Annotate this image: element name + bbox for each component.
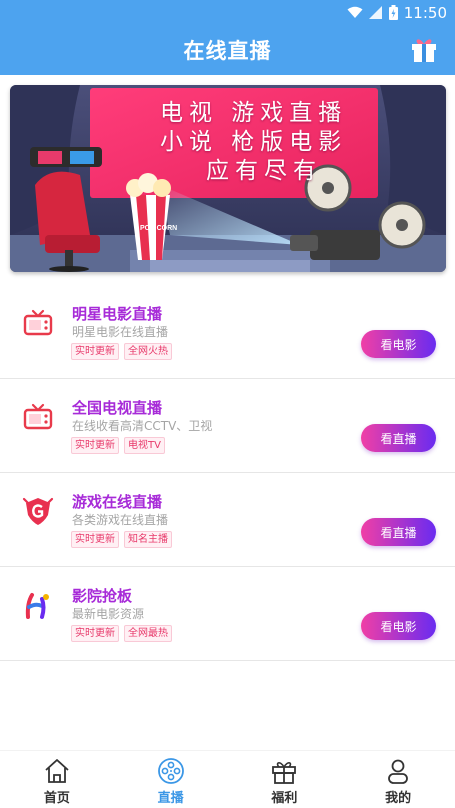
gift-button[interactable]	[409, 34, 439, 64]
status-time: 11:50	[403, 3, 447, 22]
watch-movie-button[interactable]: 看电影	[361, 330, 436, 358]
list-item-title: 游戏在线直播	[72, 493, 163, 511]
list-item-title: 影院抢板	[72, 587, 133, 605]
tab-label: 直播	[157, 791, 184, 806]
list-item[interactable]: 游戏在线直播 各类游戏在线直播 实时更新 知名主播 看直播	[0, 473, 455, 567]
list-item-subtitle: 明星电影在线直播	[72, 325, 169, 339]
tab-profile[interactable]: 我的	[341, 751, 455, 808]
list-item[interactable]: 影院抢板 最新电影资源 实时更新 全网最热 看电影	[0, 567, 455, 661]
list-item[interactable]: 明星电影直播 明星电影在线直播 实时更新 全网火热 看电影	[0, 285, 455, 379]
gift-icon	[272, 762, 297, 784]
app-bar: 在线直播	[0, 25, 455, 75]
home-icon	[45, 759, 69, 783]
list-item-tags: 实时更新 全网最热	[71, 625, 172, 642]
tab-home[interactable]: 首页	[0, 751, 114, 808]
watch-movie-button[interactable]: 看电影	[361, 612, 436, 640]
cinema-h-icon	[25, 593, 49, 619]
tab-live[interactable]: 直播	[114, 751, 228, 808]
tag-badge: 实时更新	[71, 343, 119, 360]
tv-icon	[23, 309, 53, 336]
tag-badge: 全网最热	[124, 625, 172, 642]
list-item-subtitle: 各类游戏在线直播	[72, 513, 169, 527]
gift-icon	[412, 39, 436, 62]
tag-badge: 知名主播	[124, 531, 172, 548]
tag-badge: 全网火热	[124, 343, 172, 360]
tag-badge: 实时更新	[71, 625, 119, 642]
tag-badge: 实时更新	[71, 531, 119, 548]
battery-icon	[388, 5, 398, 20]
list-item-subtitle: 最新电影资源	[72, 607, 145, 621]
tab-label: 首页	[43, 791, 70, 806]
status-bar: 11:50	[0, 0, 455, 25]
promo-banner[interactable]: POP CORN 电视 游戏直播 小说 枪版电影 应有尽有	[10, 85, 446, 272]
popcorn-label: POP CORN	[140, 225, 177, 232]
wifi-icon	[347, 6, 363, 19]
user-icon	[388, 759, 409, 784]
list-item-subtitle: 在线收看高清CCTV、卫视	[72, 419, 213, 433]
signal-icon	[368, 6, 383, 19]
list-item-title: 全国电视直播	[72, 399, 163, 417]
tv-icon	[23, 403, 53, 430]
watch-live-button[interactable]: 看直播	[361, 518, 436, 546]
bottom-tab-bar: 首页 直播 福利 我的	[0, 750, 455, 808]
tab-label: 福利	[271, 791, 298, 806]
list-item-title: 明星电影直播	[72, 305, 163, 323]
game-shield-icon	[22, 497, 54, 525]
list-item-tags: 实时更新 全网火热	[71, 343, 172, 360]
list-item[interactable]: 全国电视直播 在线收看高清CCTV、卫视 实时更新 电视TV 看直播	[0, 379, 455, 473]
film-reel-icon	[157, 758, 184, 784]
watch-live-button[interactable]: 看直播	[361, 424, 436, 452]
list-item-tags: 实时更新 知名主播	[71, 531, 172, 548]
page-title: 在线直播	[183, 39, 272, 63]
tag-badge: 实时更新	[71, 437, 119, 454]
banner-line-3: 应有尽有	[206, 158, 322, 184]
tag-badge: 电视TV	[124, 437, 165, 454]
list-item-tags: 实时更新 电视TV	[71, 437, 165, 454]
tab-label: 我的	[385, 791, 412, 806]
tab-welfare[interactable]: 福利	[228, 751, 342, 808]
live-category-list: 明星电影直播 明星电影在线直播 实时更新 全网火热 看电影 全国电视直播 在线收…	[0, 285, 455, 661]
